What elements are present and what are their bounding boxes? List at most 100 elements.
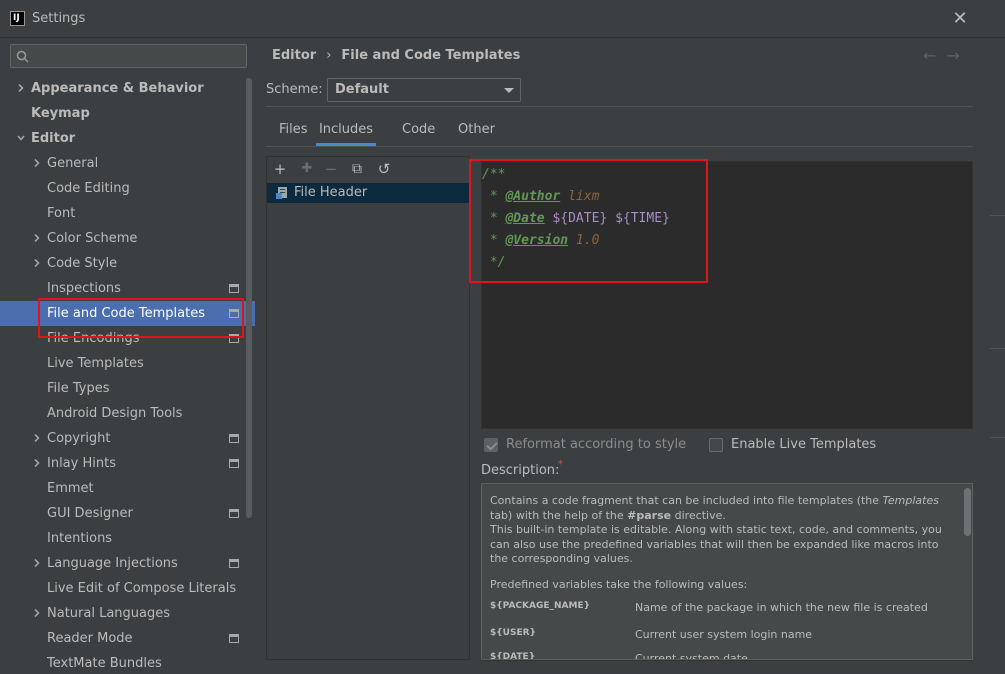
description-variables-intro: Predefined variables take the following … <box>490 578 748 591</box>
variable-row: ${DATE} Current system date <box>490 652 960 660</box>
sidebar-item-appearance-behavior[interactable]: Appearance & Behavior <box>0 76 255 101</box>
variable-name: ${USER} <box>490 628 536 638</box>
sidebar-item-code-editing[interactable]: Code Editing <box>0 176 255 201</box>
sidebar-item-label: Natural Languages <box>47 606 171 621</box>
sidebar-item-label: Inlay Hints <box>47 456 116 471</box>
background-edge <box>990 437 1005 438</box>
chevron-right-icon[interactable] <box>17 84 25 92</box>
template-toolbar: + ✚ − ⧉ ↺ <box>267 157 469 183</box>
chevron-right-icon[interactable] <box>33 609 41 617</box>
project-scope-icon <box>229 459 239 468</box>
sidebar-item-reader-mode[interactable]: Reader Mode <box>0 626 255 651</box>
duplicate-icon[interactable]: ⧉ <box>349 161 365 177</box>
copy-template-icon[interactable]: ✚ <box>299 161 315 177</box>
chevron-right-icon[interactable] <box>33 459 41 467</box>
add-icon[interactable]: + <box>272 161 288 177</box>
description-label: Description: <box>481 463 560 478</box>
chevron-right-icon[interactable] <box>33 159 41 167</box>
variable-description: Name of the package in which the new fil… <box>635 601 928 614</box>
sidebar-item-keymap[interactable]: Keymap <box>0 101 255 126</box>
sidebar-item-general[interactable]: General <box>0 151 255 176</box>
sidebar-item-live-edit-of-compose-literals[interactable]: Live Edit of Compose Literals <box>0 576 255 601</box>
sidebar-item-emmet[interactable]: Emmet <box>0 476 255 501</box>
variable-description: Current system date <box>635 652 748 660</box>
sidebar-item-label: Reader Mode <box>47 631 133 646</box>
reformat-checkbox[interactable] <box>484 438 498 452</box>
sidebar-item-label: General <box>47 156 99 171</box>
project-scope-icon <box>229 634 239 643</box>
sidebar-item-gui-designer[interactable]: GUI Designer <box>0 501 255 526</box>
sidebar-item-language-injections[interactable]: Language Injections <box>0 551 255 576</box>
sidebar-scrollbar[interactable] <box>246 78 252 518</box>
sidebar-item-label: Font <box>47 206 76 221</box>
back-arrow-icon[interactable]: ← <box>923 46 946 65</box>
scheme-value: Default <box>335 82 389 97</box>
tab-code[interactable]: Code <box>402 120 435 146</box>
breadcrumb-editor[interactable]: Editor <box>272 48 316 63</box>
project-scope-icon <box>229 284 239 293</box>
sidebar-item-label: Keymap <box>31 106 90 121</box>
description-scrollbar[interactable] <box>964 488 971 536</box>
sidebar-item-label: Intentions <box>47 531 113 546</box>
variable-description: Current user system login name <box>635 628 813 641</box>
template-list-item[interactable]: File Header <box>267 183 469 203</box>
sidebar-item-label: Copyright <box>47 431 111 446</box>
sidebar-item-intentions[interactable]: Intentions <box>0 526 255 551</box>
chevron-right-icon[interactable] <box>33 259 41 267</box>
template-name: File Header <box>294 185 368 200</box>
settings-search[interactable] <box>10 44 247 68</box>
settings-content: Editor › File and Code Templates ←→ Scheme… <box>255 38 1005 674</box>
sidebar-item-label: Appearance & Behavior <box>31 81 204 96</box>
sidebar-item-editor[interactable]: Editor <box>0 126 255 151</box>
close-button[interactable]: ✕ <box>948 7 972 31</box>
variable-row: ${PACKAGE_NAME} Name of the package in w… <box>490 601 960 619</box>
sidebar-item-label: Live Templates <box>47 356 144 371</box>
tab-includes[interactable]: Includes <box>316 120 376 146</box>
breadcrumb: Editor › File and Code Templates <box>272 48 520 63</box>
sidebar-item-color-scheme[interactable]: Color Scheme <box>0 226 255 251</box>
chevron-right-icon[interactable] <box>33 434 41 442</box>
live-templates-checkbox[interactable] <box>709 438 723 452</box>
description-editable-note: This built-in template is editable. Alon… <box>490 523 942 565</box>
variable-name: ${PACKAGE_NAME} <box>490 601 590 611</box>
divider <box>481 660 973 661</box>
tab-other[interactable]: Other <box>458 120 495 146</box>
reset-icon[interactable]: ↺ <box>376 161 392 177</box>
sidebar-item-android-design-tools[interactable]: Android Design Tools <box>0 401 255 426</box>
tab-files[interactable]: Files <box>279 120 308 146</box>
search-icon <box>16 50 29 63</box>
template-list-panel: + ✚ − ⧉ ↺ File Header <box>266 156 470 660</box>
breadcrumb-separator: › <box>326 48 332 63</box>
live-templates-label: Enable Live Templates <box>731 437 877 452</box>
forward-arrow-icon[interactable]: → <box>946 46 969 65</box>
scheme-dropdown[interactable]: Default <box>327 78 521 102</box>
chevron-right-icon[interactable] <box>33 234 41 242</box>
sidebar-item-label: TextMate Bundles <box>47 656 162 671</box>
sidebar-item-label: Android Design Tools <box>47 406 183 421</box>
sidebar-item-copyright[interactable]: Copyright <box>0 426 255 451</box>
description-panel[interactable]: Contains a code fragment that can be inc… <box>481 483 973 660</box>
modified-marker: * <box>558 459 563 470</box>
sidebar-item-code-style[interactable]: Code Style <box>0 251 255 276</box>
sidebar-item-font[interactable]: Font <box>0 201 255 226</box>
reformat-label: Reformat according to style <box>506 437 687 452</box>
sidebar-item-textmate-bundles[interactable]: TextMate Bundles <box>0 651 255 674</box>
highlight-box-code <box>469 159 708 283</box>
chevron-right-icon[interactable] <box>33 559 41 567</box>
tabs-divider <box>266 146 973 147</box>
sidebar-item-label: Code Editing <box>47 181 130 196</box>
sidebar-item-live-templates[interactable]: Live Templates <box>0 351 255 376</box>
highlight-box-sidebar <box>38 298 244 338</box>
intellij-app-icon: IJ <box>10 11 25 26</box>
sidebar-item-file-types[interactable]: File Types <box>0 376 255 401</box>
sidebar-item-inlay-hints[interactable]: Inlay Hints <box>0 451 255 476</box>
remove-icon[interactable]: − <box>323 161 339 177</box>
file-template-icon <box>276 187 287 199</box>
scheme-label: Scheme: <box>266 82 323 97</box>
search-input[interactable] <box>35 47 240 65</box>
description-intro: Contains a code fragment that can be inc… <box>490 494 939 522</box>
sidebar-item-label: File Types <box>47 381 110 396</box>
chevron-down-icon[interactable] <box>17 134 25 142</box>
project-scope-icon <box>229 559 239 568</box>
sidebar-item-natural-languages[interactable]: Natural Languages <box>0 601 255 626</box>
